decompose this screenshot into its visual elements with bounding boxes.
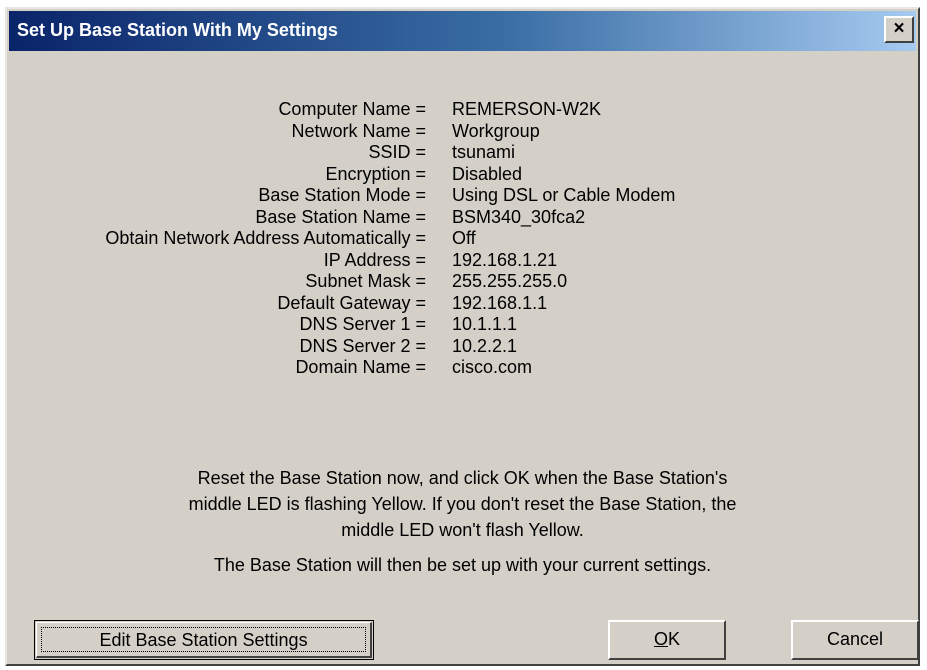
cancel-button[interactable]: Cancel xyxy=(791,620,919,660)
setting-row: DNS Server 2 = 10.2.2.1 xyxy=(7,336,918,358)
setting-value: cisco.com xyxy=(452,357,533,377)
setting-label: Base Station Mode = xyxy=(258,185,426,205)
setup-dialog: Set Up Base Station With My Settings × C… xyxy=(5,7,920,666)
setting-row: Base Station Mode = Using DSL or Cable M… xyxy=(7,185,918,207)
setting-label: Encryption = xyxy=(325,163,426,184)
setting-row: Encryption = Disabled xyxy=(7,164,918,186)
setting-row: Computer Name = REMERSON-W2K xyxy=(7,99,918,121)
setting-value: 10.2.2.1 xyxy=(452,335,518,356)
setting-row: Obtain Network Address Automatically = O… xyxy=(7,228,918,250)
ok-button[interactable]: OK xyxy=(608,620,726,660)
setting-row: Domain Name = cisco.com xyxy=(7,357,918,379)
setting-label: Obtain Network Address Automatically = xyxy=(105,228,426,248)
ok-button-label: K xyxy=(668,629,681,649)
setting-value: 192.168.1.1 xyxy=(452,292,548,313)
setting-row: Subnet Mask = 255.255.255.0 xyxy=(7,271,918,293)
instruction-line: middle LED is flashing Yellow. If you do… xyxy=(188,494,737,514)
setting-label: IP Address = xyxy=(323,249,426,270)
setting-row: IP Address = 192.168.1.21 xyxy=(7,250,918,272)
setting-label: Default Gateway = xyxy=(277,292,426,313)
setting-row: DNS Server 1 = 10.1.1.1 xyxy=(7,314,918,336)
setting-value: Off xyxy=(452,228,476,248)
setting-row: Network Name = Workgroup xyxy=(7,121,918,143)
setting-value: Disabled xyxy=(452,163,523,184)
setting-value: 10.1.1.1 xyxy=(452,314,518,334)
edit-button-label: Edit Base Station Settings xyxy=(99,630,308,650)
setting-label: Domain Name = xyxy=(295,357,426,377)
setting-label: SSID = xyxy=(368,142,426,162)
cancel-button-label: Cancel xyxy=(826,629,884,649)
title-bar[interactable]: Set Up Base Station With My Settings × xyxy=(9,11,916,51)
setting-row: Default Gateway = 192.168.1.1 xyxy=(7,293,918,315)
focus-rectangle: Edit Base Station Settings xyxy=(41,627,366,652)
close-button[interactable]: × xyxy=(884,16,914,43)
setting-value: Workgroup xyxy=(452,120,540,141)
close-icon: × xyxy=(893,18,905,39)
setting-row: Base Station Name = BSM340_30fca2 xyxy=(7,207,918,229)
setting-value: BSM340_30fca2 xyxy=(452,206,586,227)
followup-text: The Base Station will then be set up wit… xyxy=(213,555,712,575)
setting-label: Computer Name = xyxy=(278,99,426,119)
window-title: Set Up Base Station With My Settings xyxy=(17,20,338,40)
instruction-line: Reset the Base Station now, and click OK… xyxy=(197,468,728,488)
setting-label: DNS Server 1 = xyxy=(299,314,426,334)
setting-value: REMERSON-W2K xyxy=(452,99,602,119)
setting-label: Subnet Mask = xyxy=(305,271,426,291)
setting-value: Using DSL or Cable Modem xyxy=(452,185,676,205)
setting-row: SSID = tsunami xyxy=(7,142,918,164)
setting-value: 192.168.1.21 xyxy=(452,249,558,270)
setting-label: Base Station Name = xyxy=(255,206,426,227)
ok-mnemonic: O xyxy=(653,629,668,649)
edit-base-station-settings-button[interactable]: Edit Base Station Settings xyxy=(34,620,374,660)
setting-value: 255.255.255.0 xyxy=(452,271,568,291)
setting-label: Network Name = xyxy=(291,120,426,141)
settings-list: Computer Name = REMERSON-W2K Network Nam… xyxy=(7,99,918,379)
instruction-message: Reset the Base Station now, and click OK… xyxy=(7,465,918,578)
instruction-line: middle LED won't flash Yellow. xyxy=(341,520,584,540)
setting-label: DNS Server 2 = xyxy=(299,335,426,356)
setting-value: tsunami xyxy=(452,142,516,162)
